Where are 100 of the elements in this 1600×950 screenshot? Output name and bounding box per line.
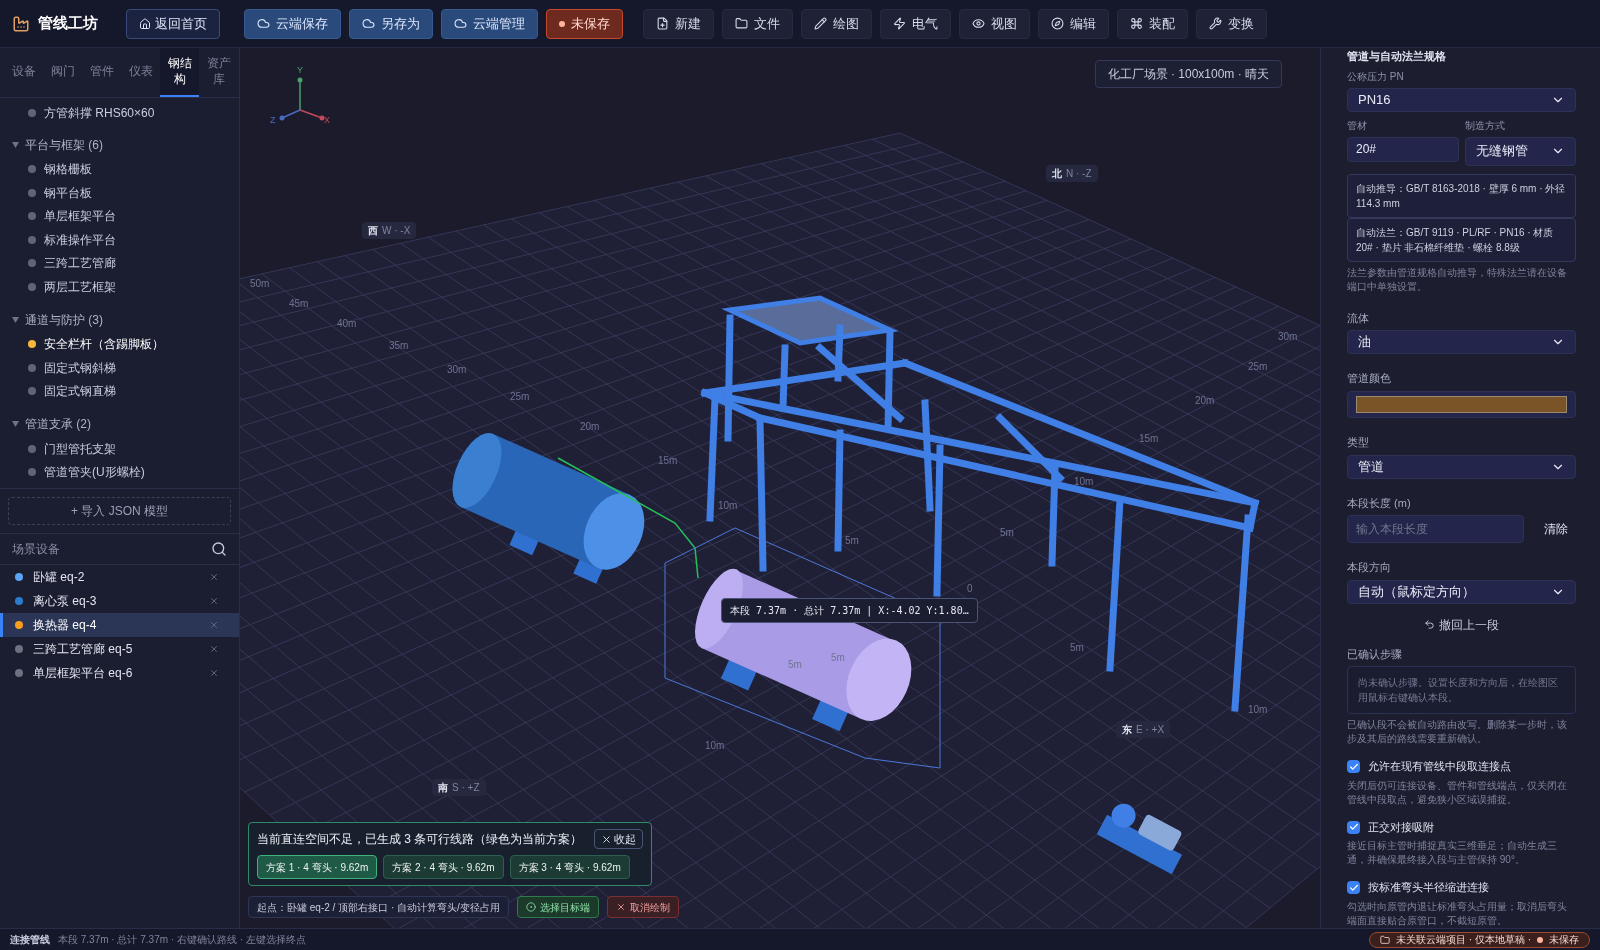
library-tab[interactable]: 设备	[4, 48, 43, 97]
hint-text: 已确认段不会被自动路由改写。删除某一步时，该步及其后的路线需要重新确认。	[1347, 718, 1568, 747]
library-item[interactable]: 三跨工艺管廊	[0, 251, 239, 276]
app-title: 管线工坊	[38, 13, 98, 34]
library-item[interactable]: 固定式钢直梯	[0, 379, 239, 404]
select-field[interactable]: PN16	[1347, 87, 1576, 112]
field-label: 类型	[1347, 435, 1370, 451]
color-picker[interactable]	[1347, 390, 1576, 419]
library-tab[interactable]: 钢结构	[160, 48, 199, 97]
route-message: 当前直连空间不足，已生成 3 条可行线路（绿色为当前方案）	[257, 831, 583, 848]
axis-label: Y	[297, 64, 303, 77]
cancel-draw-button[interactable]: 取消绘制	[606, 896, 679, 918]
remove-icon[interactable]	[209, 595, 219, 606]
select-field[interactable]: 管道	[1347, 454, 1576, 479]
compass-label: 南 S · +Z	[432, 779, 486, 796]
compass-label: 东 E · +X	[1116, 721, 1171, 738]
library-item[interactable]: 钢格栅板	[0, 157, 239, 182]
grid-distance-label: 5m	[788, 658, 802, 672]
toolbar-button[interactable]: 编辑	[1038, 8, 1109, 39]
start-point-info: 起点：卧罐 eq-2 / 顶部右接口 · 自动计算弯头/变径占用	[248, 896, 509, 918]
toolbar-button[interactable]: 云端管理	[441, 8, 538, 39]
grid-distance-label: 25m	[1248, 360, 1268, 374]
remove-icon[interactable]	[209, 571, 219, 582]
import-button[interactable]: + 导入 JSON 模型	[8, 497, 231, 526]
undo-icon	[1424, 619, 1435, 631]
library-item[interactable]: 单层框架平台	[0, 204, 239, 229]
select-field[interactable]: 油	[1347, 330, 1576, 355]
library-tab[interactable]: 资产库	[199, 48, 238, 97]
toolbar-button[interactable]: 装配	[1117, 8, 1188, 39]
derived-spec-note: 自动法兰：GB/T 9119 · PL/RF · PN16 · 材质 20# · 垫片 非石棉纤维垫 · 螺栓 8.8级	[1347, 217, 1576, 262]
library-item[interactable]: 标准操作平台	[0, 228, 239, 252]
cloud-status-text: 未关联云端项目 · 仅本地草稿 ·	[1396, 933, 1531, 947]
grid-distance-label: 10m	[705, 739, 725, 753]
caret-icon	[12, 141, 19, 148]
caret-icon	[12, 421, 19, 428]
library-item[interactable]: 两层工艺框架	[0, 275, 239, 299]
search-icon[interactable]	[211, 541, 227, 557]
library-group[interactable]: 通道与防护 (3)	[0, 306, 239, 333]
folder-icon	[1380, 934, 1390, 945]
library-item[interactable]: 安全栏杆（含踢脚板）	[0, 332, 239, 357]
toolbar-button[interactable]: 另存为	[349, 8, 433, 39]
library-group[interactable]: 平台与框架 (6)	[0, 131, 239, 158]
field-label: 本段长度 (m)	[1347, 495, 1412, 511]
route-option[interactable]: 方案 1 · 4 弯头 · 9.62m	[257, 855, 378, 879]
pick-target-button[interactable]: 选择目标端	[516, 896, 599, 918]
library-item[interactable]: 固定式钢斜梯	[0, 356, 239, 380]
checkbox[interactable]	[1347, 881, 1360, 895]
field-label: 管材	[1347, 118, 1368, 133]
grid-distance-label: 5m	[1070, 641, 1084, 655]
material-field[interactable]: 20#	[1347, 136, 1459, 162]
library-group[interactable]: 管道支承 (2)	[0, 411, 239, 438]
library-tab[interactable]: 阀门	[43, 48, 82, 97]
hint-text: 关闭后仍可连接设备、管件和管线端点，仅关闭在管线中段取点，避免狭小区域误捕捉。	[1347, 779, 1568, 807]
device-row[interactable]: 卧罐 eq-2	[0, 564, 239, 589]
device-row[interactable]: 离心泵 eq-3	[0, 588, 239, 613]
library-item[interactable]: 方管斜撑 RHS60×60	[0, 101, 239, 124]
length-input[interactable]: 输入本段长度	[1347, 515, 1524, 544]
home-button[interactable]: 返回首页	[126, 8, 220, 39]
grid-distance-label: 0	[967, 582, 973, 596]
derived-spec-note: 自动推导：GB/T 8163-2018 · 壁厚 6 mm · 外径 114.3 mm	[1347, 173, 1576, 218]
clear-button[interactable]: 清除	[1536, 520, 1576, 539]
device-row[interactable]: 换热器 eq-4	[0, 612, 239, 637]
route-option[interactable]: 方案 2 · 4 弯头 · 9.62m	[383, 855, 504, 879]
route-option[interactable]: 方案 3 · 4 弯头 · 9.62m	[509, 855, 630, 879]
select-field[interactable]: 自动（鼠标定方向）	[1347, 579, 1576, 604]
toolbar-button[interactable]: 视图	[959, 8, 1030, 39]
toolbar-button[interactable]: 未保存	[546, 8, 623, 39]
grid-distance-label: 40m	[337, 317, 357, 331]
library-tab[interactable]: 仪表	[121, 48, 160, 97]
mode-label: 连接管线	[10, 933, 50, 947]
select-field[interactable]: 无缝钢管	[1464, 136, 1576, 166]
collapse-button[interactable]: 收起	[594, 829, 644, 849]
remove-icon[interactable]	[209, 643, 219, 654]
toolbar-button[interactable]: 变换	[1196, 8, 1267, 39]
factory-icon	[12, 14, 30, 33]
toolbar-button[interactable]: 电气	[880, 8, 951, 39]
checkbox[interactable]	[1347, 820, 1360, 834]
save-status-text: 未保存	[1549, 933, 1579, 947]
hint-text: 勾选时向原管内退让标准弯头占用量；取消后弯头端面直接贴合原管口，不截短原管。	[1347, 900, 1568, 928]
close-icon	[615, 902, 626, 912]
toolbar-button[interactable]: 绘图	[801, 8, 872, 39]
measure-tooltip: 本段 7.37m · 总计 7.37m | X:-4.02 Y:1.80…	[721, 598, 978, 623]
library-tab[interactable]: 管件	[82, 48, 121, 97]
device-name: 单层框架平台 eq-6	[33, 664, 134, 682]
library-item[interactable]: 管道管夹(U形螺栓)	[0, 460, 239, 485]
scene-info-badge: 化工厂场景 · 100x100m · 晴天	[1094, 60, 1282, 88]
grid-distance-label: 5m	[845, 534, 859, 548]
grid-distance-label: 25m	[510, 390, 530, 404]
device-name: 换热器 eq-4	[33, 616, 98, 634]
device-row[interactable]: 三跨工艺管廊 eq-5	[0, 636, 239, 661]
remove-icon[interactable]	[209, 667, 219, 678]
grid-distance-label: 50m	[250, 277, 270, 291]
toolbar-button[interactable]: 云端保存	[244, 8, 341, 39]
library-item[interactable]: 门型管托支架	[0, 437, 239, 461]
device-row[interactable]: 单层框架平台 eq-6	[0, 660, 239, 685]
checkbox[interactable]	[1347, 760, 1360, 774]
library-item[interactable]: 钢平台板	[0, 181, 239, 205]
undo-button[interactable]: 撤回上一段	[1424, 616, 1499, 634]
toolbar-button[interactable]: 新建	[643, 8, 714, 39]
toolbar-button[interactable]: 文件	[722, 8, 793, 39]
